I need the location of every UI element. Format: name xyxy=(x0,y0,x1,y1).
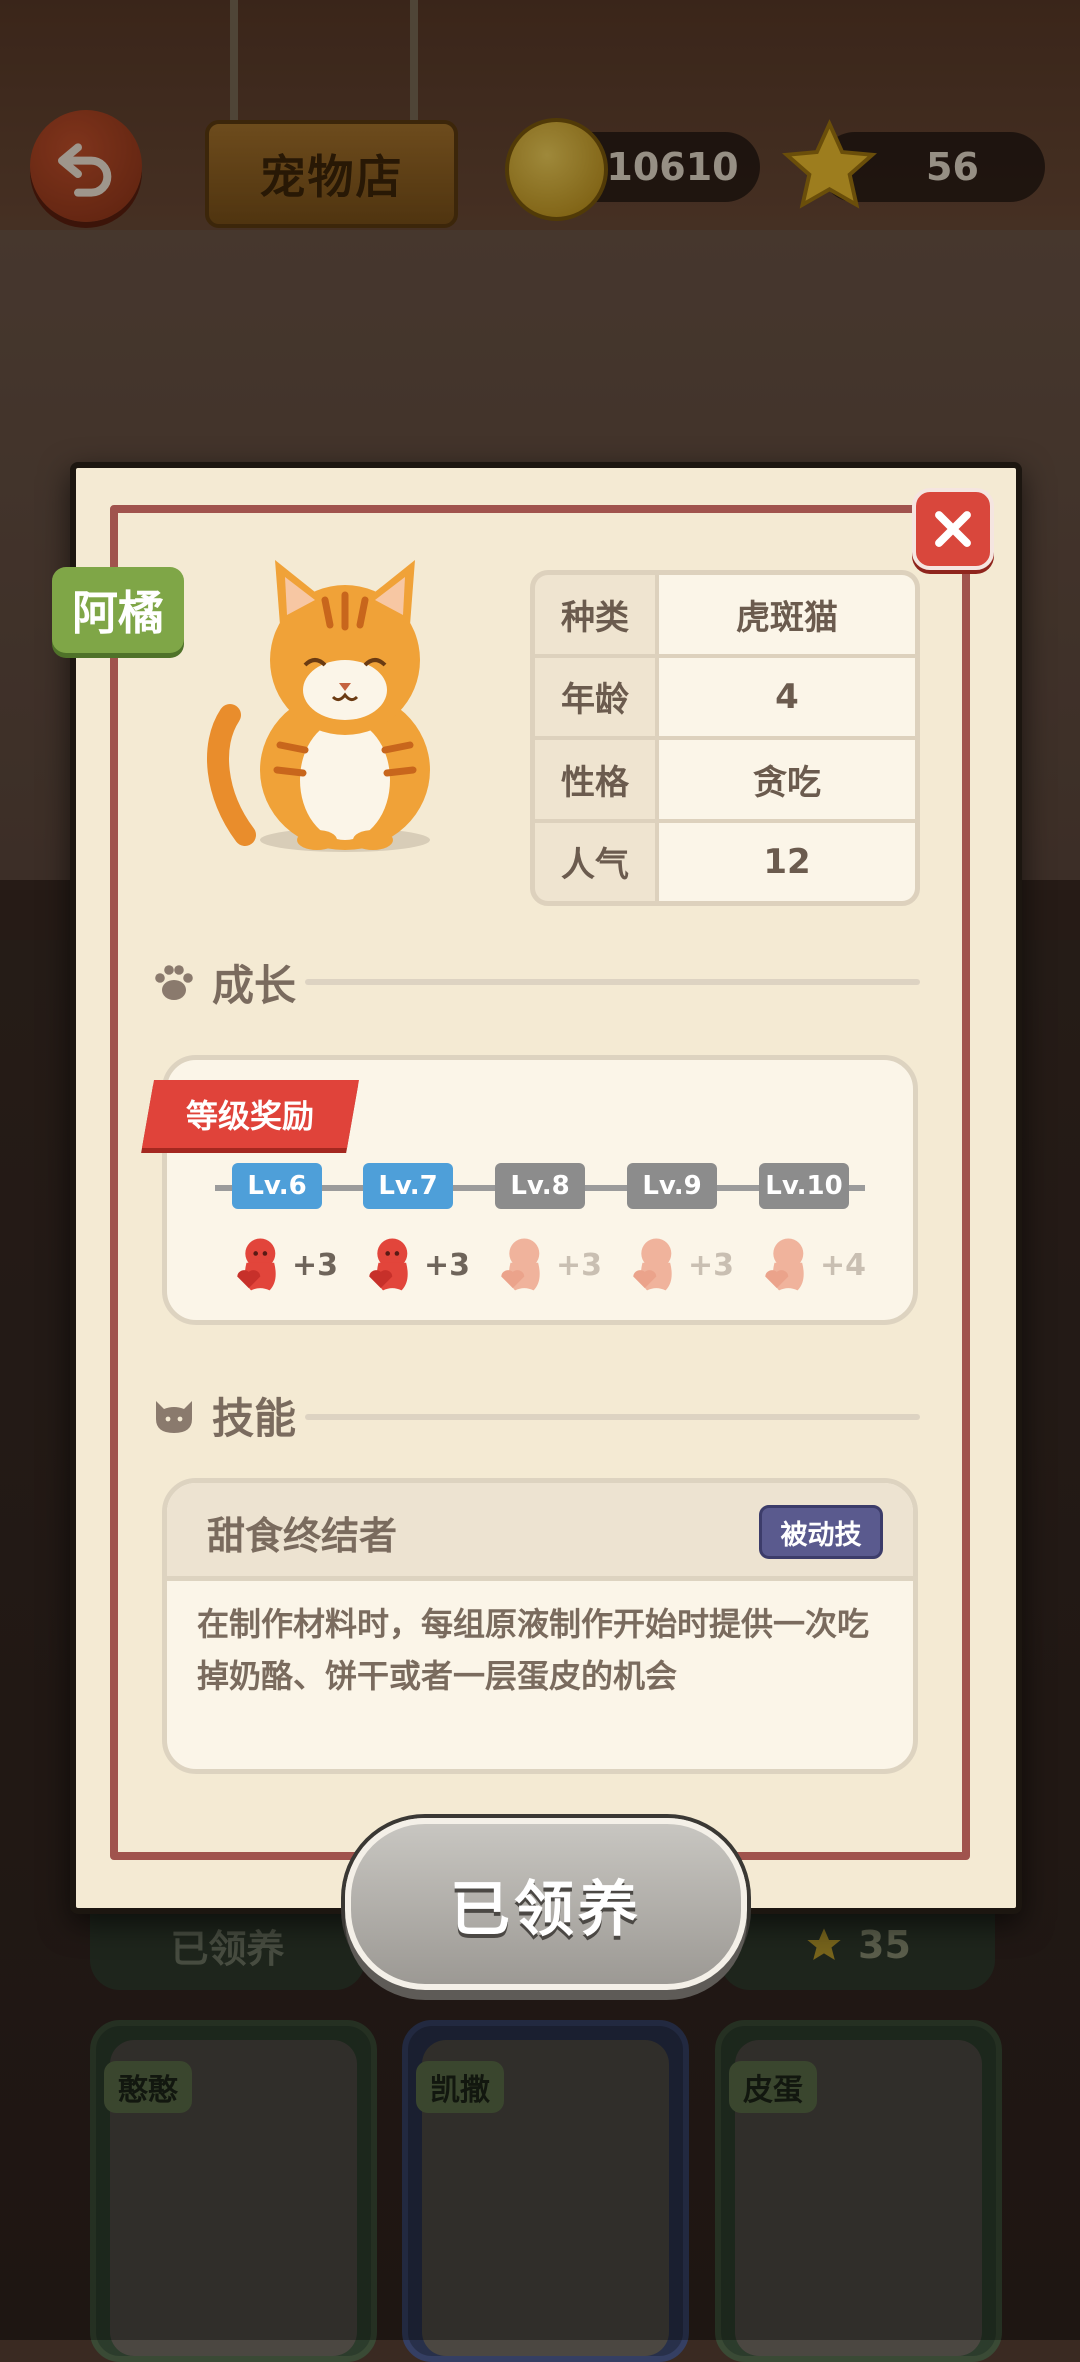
info-value: 虎斑猫 xyxy=(659,575,915,654)
level-badge: Lv.6 xyxy=(232,1163,322,1209)
info-key: 性格 xyxy=(535,740,655,819)
skill-header: 甜食终结者 被动技 xyxy=(167,1483,913,1581)
skill-section-header: 技能 xyxy=(150,1385,296,1445)
info-value: 贪吃 xyxy=(659,740,915,819)
level-badge: Lv.7 xyxy=(363,1163,453,1209)
level-badge: Lv.8 xyxy=(495,1163,585,1209)
reward-amount: +3 xyxy=(688,1247,735,1283)
close-icon xyxy=(935,511,971,547)
reward-amount: +4 xyxy=(820,1247,867,1283)
level-reward: +4 xyxy=(758,1230,866,1300)
heart-creature-icon xyxy=(765,1238,804,1291)
pet-name-tag: 阿橘 xyxy=(52,567,184,653)
tabby-cat-portrait xyxy=(207,560,430,852)
close-button[interactable] xyxy=(912,488,994,570)
heart-creature-icon xyxy=(369,1238,408,1291)
level-reward: +3 xyxy=(494,1230,602,1300)
heart-creature-icon xyxy=(237,1238,276,1291)
reward-amount: +3 xyxy=(556,1247,603,1283)
info-key: 种类 xyxy=(535,575,655,654)
growth-section-header: 成长 xyxy=(150,952,296,1012)
level-badge: Lv.10 xyxy=(759,1163,849,1209)
skill-section-title: 技能 xyxy=(212,1393,297,1443)
growth-section-title: 成长 xyxy=(212,960,297,1010)
level-reward: +3 xyxy=(230,1230,338,1300)
section-divider xyxy=(305,979,920,985)
reward-amount: +3 xyxy=(424,1247,471,1283)
info-value: 4 xyxy=(659,657,915,736)
level-reward-ribbon: 等级奖励 xyxy=(142,1080,359,1148)
skill-description: 在制作材料时，每组原液制作开始时提供一次吃掉奶酪、饼干或者一层蛋皮的机会 xyxy=(197,1605,870,1695)
level-reward-ribbon-label: 等级奖励 xyxy=(186,1097,315,1135)
level-reward: +3 xyxy=(626,1230,734,1300)
reward-amount: +3 xyxy=(292,1247,339,1283)
pet-info-table: 种类 虎斑猫 年龄 4 性格 贪吃 人气 12 xyxy=(530,570,920,906)
info-key: 年龄 xyxy=(535,657,655,736)
section-divider xyxy=(305,1414,920,1420)
skill-name: 甜食终结者 xyxy=(207,1514,398,1558)
info-key: 人气 xyxy=(535,822,655,901)
adopted-button-label: 已领养 xyxy=(450,1874,642,1945)
level-reward: +3 xyxy=(362,1230,470,1300)
paw-icon xyxy=(155,965,193,1000)
heart-creature-icon xyxy=(501,1238,540,1291)
skill-panel: 甜食终结者 被动技 在制作材料时，每组原液制作开始时提供一次吃掉奶酪、饼干或者一… xyxy=(162,1478,918,1774)
adopted-button[interactable]: 已领养 xyxy=(345,1818,747,1990)
skill-type-badge: 被动技 xyxy=(759,1505,883,1559)
level-badge: Lv.9 xyxy=(627,1163,717,1209)
info-value: 12 xyxy=(659,822,915,901)
pet-name: 阿橘 xyxy=(72,586,164,640)
cat-face-icon xyxy=(156,1401,192,1433)
heart-creature-icon xyxy=(633,1238,672,1291)
